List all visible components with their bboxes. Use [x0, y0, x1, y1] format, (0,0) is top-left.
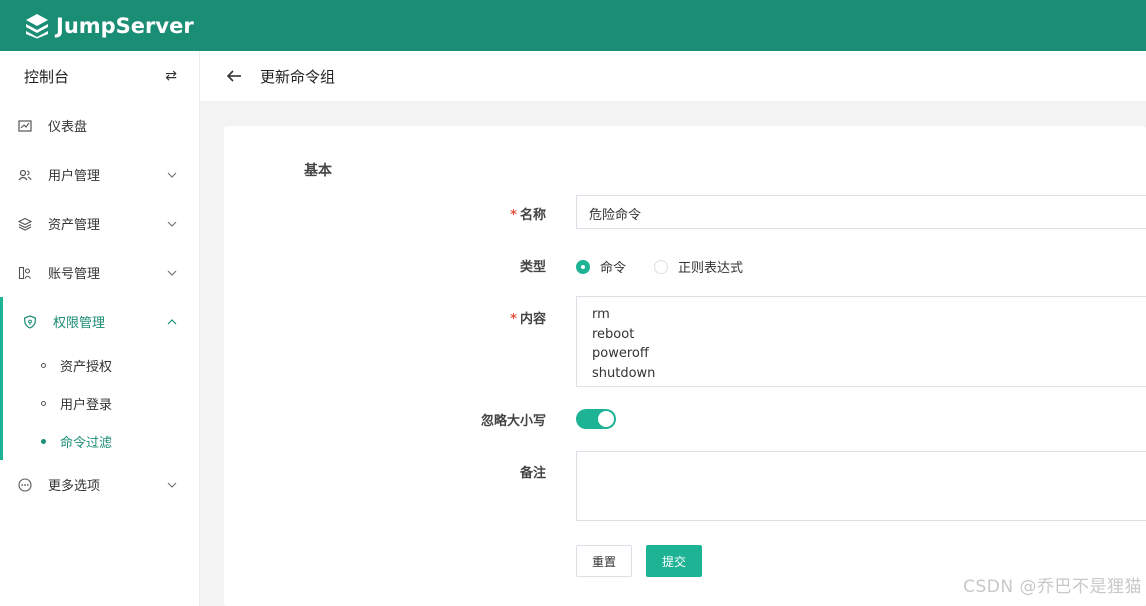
sidebar-subitem-command-filter[interactable]: 命令过滤: [3, 422, 199, 460]
radio-regex[interactable]: 正则表达式: [654, 257, 743, 276]
name-label: * 名称: [510, 204, 546, 223]
content-label-text: 内容: [519, 312, 546, 327]
sidebar-item-label: 用户管理: [48, 169, 101, 184]
reset-button[interactable]: 重置: [576, 545, 632, 577]
type-radio-group: 命令 正则表达式: [576, 257, 771, 276]
permission-menu-group: 权限管理 资产授权 用户登录 命令过滤: [0, 297, 199, 460]
chevron-down-icon: [167, 172, 177, 178]
radio-unchecked-icon: [654, 259, 669, 274]
sidebar: 控制台 ⇄ 仪表盘 用户管理 资产管理 账号管理 权限管理 资产授权 用户登录 …: [0, 51, 200, 606]
sidebar-item-label: 账号管理: [48, 267, 101, 282]
console-title: 控制台: [24, 67, 70, 86]
radio-command[interactable]: 命令: [576, 257, 626, 276]
sidebar-item-assets[interactable]: 资产管理: [0, 199, 199, 248]
bullet-icon: [41, 438, 46, 444]
console-row: 控制台 ⇄: [0, 51, 199, 101]
content-label: * 内容: [510, 308, 546, 327]
back-arrow-icon[interactable]: [226, 69, 242, 83]
top-header: JumpServer: [0, 0, 1146, 51]
radio-checked-icon: [576, 259, 590, 274]
sidebar-item-accounts[interactable]: 账号管理: [0, 248, 199, 297]
sidebar-subitem-asset-permission[interactable]: 资产授权: [3, 346, 199, 384]
dashboard-icon: [18, 119, 32, 132]
sidebar-item-permissions[interactable]: 权限管理: [3, 297, 199, 346]
sidebar-subitem-label: 命令过滤: [60, 435, 113, 451]
name-label-text: 名称: [519, 208, 546, 223]
sidebar-item-more[interactable]: 更多选项: [0, 460, 199, 509]
sidebar-item-label: 资产管理: [48, 218, 101, 233]
chevron-down-icon: [167, 270, 177, 276]
sidebar-item-label: 更多选项: [48, 479, 101, 494]
chevron-up-icon: [167, 318, 177, 324]
content-textarea[interactable]: rm reboot poweroff shutdown: [576, 296, 1146, 387]
bullet-icon: [41, 362, 46, 368]
ignore-case-label: 忽略大小写: [480, 414, 546, 429]
page-header: 更新命令组: [200, 51, 1146, 101]
accounts-icon: [18, 266, 31, 279]
radio-label: 正则表达式: [678, 261, 744, 276]
sidebar-subitem-label: 用户登录: [60, 397, 113, 413]
type-label: 类型: [519, 260, 546, 275]
sidebar-item-label: 权限管理: [53, 316, 106, 331]
jumpserver-logo-icon: [26, 13, 48, 38]
required-mark: *: [510, 208, 517, 223]
radio-label: 命令: [600, 261, 627, 276]
sidebar-item-label: 仪表盘: [48, 120, 88, 135]
content-line: poweroff: [592, 346, 649, 361]
required-mark: *: [510, 312, 517, 327]
content-line: reboot: [592, 326, 635, 342]
users-icon: [18, 169, 32, 180]
watermark-text: CSDN @乔巴不是狸猫: [963, 577, 1142, 597]
chevron-down-icon: [167, 221, 177, 227]
content-line: shutdown: [592, 365, 656, 381]
ignore-case-toggle[interactable]: [576, 409, 616, 429]
assets-icon: [18, 217, 32, 231]
section-title: 基本: [304, 163, 332, 179]
sidebar-subitem-label: 资产授权: [60, 359, 113, 375]
note-label: 备注: [519, 466, 546, 481]
submit-button[interactable]: 提交: [646, 545, 702, 577]
note-textarea[interactable]: [576, 451, 1146, 521]
logo-text: JumpServer: [56, 13, 194, 38]
content-line: rm: [592, 307, 610, 322]
form-card: 基本 * 名称 危险命令 类型 命令 正则表达式 * 内容 rm reboot po…: [224, 126, 1146, 606]
page-title: 更新命令组: [260, 67, 336, 86]
bullet-icon: [41, 400, 46, 406]
chevron-down-icon: [167, 482, 177, 488]
sidebar-item-users[interactable]: 用户管理: [0, 150, 199, 199]
switch-view-icon[interactable]: ⇄: [165, 68, 177, 84]
sidebar-subitem-user-login[interactable]: 用户登录: [3, 384, 199, 422]
more-icon: [18, 477, 32, 492]
shield-icon: [23, 314, 37, 329]
name-input[interactable]: 危险命令: [576, 195, 1146, 229]
sidebar-item-dashboard[interactable]: 仪表盘: [0, 101, 199, 150]
